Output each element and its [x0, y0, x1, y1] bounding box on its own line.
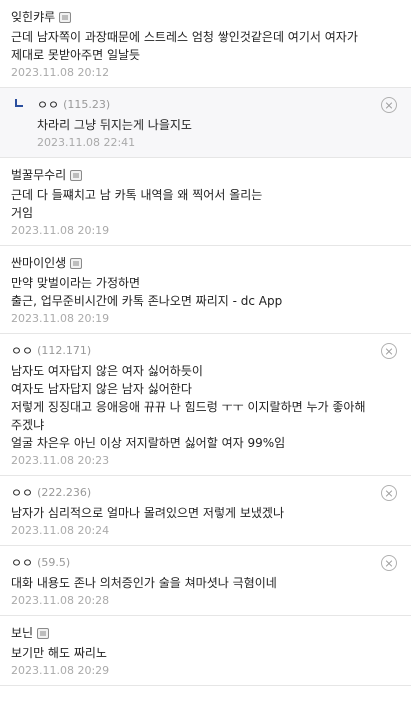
comment-nickname[interactable]: ㅇㅇ [11, 484, 33, 502]
comment-ip: (59.5) [37, 556, 71, 569]
comment-date: 2023.11.08 20:28 [11, 594, 110, 607]
comment-ip: (115.23) [63, 98, 111, 111]
comment-date: 2023.11.08 20:19 [11, 224, 110, 237]
comment-item: 싼마이인생만약 맞벌이라는 가정하면 출근, 업무준비시간에 카톡 존나오면 짜… [0, 246, 411, 334]
comment-ip: (222.236) [37, 486, 92, 499]
comment-list: 잊힌캬루근데 남자쪽이 과장때문에 스트레스 엄청 쌓인것같은데 여기서 여자가… [0, 0, 411, 686]
comment-text: 만약 맞벌이라는 가정하면 출근, 업무준비시간에 카톡 존나오면 짜리지 - … [11, 276, 283, 308]
comment-date: 2023.11.08 22:41 [37, 136, 136, 149]
delete-comment-icon[interactable] [381, 97, 397, 113]
comment-nickname[interactable]: 벌꿀무수리 [11, 166, 66, 184]
delete-comment-icon[interactable] [381, 485, 397, 501]
comment-header: ㅇㅇ (112.171) [11, 342, 371, 360]
comment-item: ㅇㅇ (112.171) 남자도 여자답지 않은 여자 싫어하듯이 여자도 남자답지… [0, 334, 411, 476]
delete-comment-icon[interactable] [381, 343, 397, 359]
comment-text: 남자가 심리적으로 얼마나 몰려있으면 저렇게 보냈겠나 [11, 506, 284, 520]
gallog-badge-icon[interactable] [70, 169, 83, 181]
comment-header: 싼마이인생 [11, 254, 371, 272]
gallog-badge-icon[interactable] [70, 257, 83, 269]
comment-header: ㅇㅇ (59.5) [11, 554, 371, 572]
reply-arrow-icon [15, 99, 23, 107]
comment-text: 보기만 해도 짜리노 [11, 646, 107, 660]
comment-date: 2023.11.08 20:23 [11, 454, 110, 467]
comment-header: ㅇㅇ (115.23) [37, 96, 371, 114]
comment-text: 차라리 그냥 뒤지는게 나을지도 [37, 118, 192, 132]
delete-comment-icon[interactable] [381, 555, 397, 571]
comment-date: 2023.11.08 20:19 [11, 312, 110, 325]
comment-header: 벌꿀무수리 [11, 166, 371, 184]
reply-comment: ㅇㅇ (115.23) 차라리 그냥 뒤지는게 나을지도 2023.11.08 22:… [0, 88, 411, 158]
comment-header: 보닌 [11, 624, 371, 642]
comment-nickname[interactable]: 잊힌캬루 [11, 8, 55, 26]
comment-date: 2023.11.08 20:24 [11, 524, 110, 537]
comment-nickname[interactable]: ㅇㅇ [11, 342, 33, 360]
comment-text: 대화 내용도 존나 의처증인가 술을 쳐마셧나 극혐이네 [11, 576, 277, 590]
comment-item: 보닌보기만 해도 짜리노 2023.11.08 20:29 [0, 616, 411, 686]
comment-nickname[interactable]: 싼마이인생 [11, 254, 66, 272]
comment-nickname[interactable]: 보닌 [11, 624, 33, 642]
comment-nickname[interactable]: ㅇㅇ [37, 96, 59, 114]
comment-item: ㅇㅇ (59.5) 대화 내용도 존나 의처증인가 술을 쳐마셧나 극혐이네 2023… [0, 546, 411, 616]
comment-nickname[interactable]: ㅇㅇ [11, 554, 33, 572]
comment-date: 2023.11.08 20:12 [11, 66, 110, 79]
comment-ip: (112.171) [37, 344, 92, 357]
comment-text: 근데 다 들쨰치고 남 카톡 내역을 왜 찍어서 올리는 거임 [11, 188, 263, 220]
gallog-badge-icon[interactable] [59, 11, 72, 23]
comment-header: 잊힌캬루 [11, 8, 371, 26]
comment-date: 2023.11.08 20:29 [11, 664, 110, 677]
comment-text: 남자도 여자답지 않은 여자 싫어하듯이 여자도 남자답지 않은 남자 싫어한다… [11, 364, 366, 450]
comment-item: ㅇㅇ (222.236) 남자가 심리적으로 얼마나 몰려있으면 저렇게 보냈겠나 2… [0, 476, 411, 546]
gallog-badge-icon[interactable] [37, 627, 50, 639]
comment-item: 벌꿀무수리근데 다 들쨰치고 남 카톡 내역을 왜 찍어서 올리는 거임 2023… [0, 158, 411, 246]
comment-text: 근데 남자쪽이 과장때문에 스트레스 엄청 쌓인것같은데 여기서 여자가 제대로… [11, 30, 358, 62]
comment-header: ㅇㅇ (222.236) [11, 484, 371, 502]
comment-item: 잊힌캬루근데 남자쪽이 과장때문에 스트레스 엄청 쌓인것같은데 여기서 여자가… [0, 0, 411, 88]
